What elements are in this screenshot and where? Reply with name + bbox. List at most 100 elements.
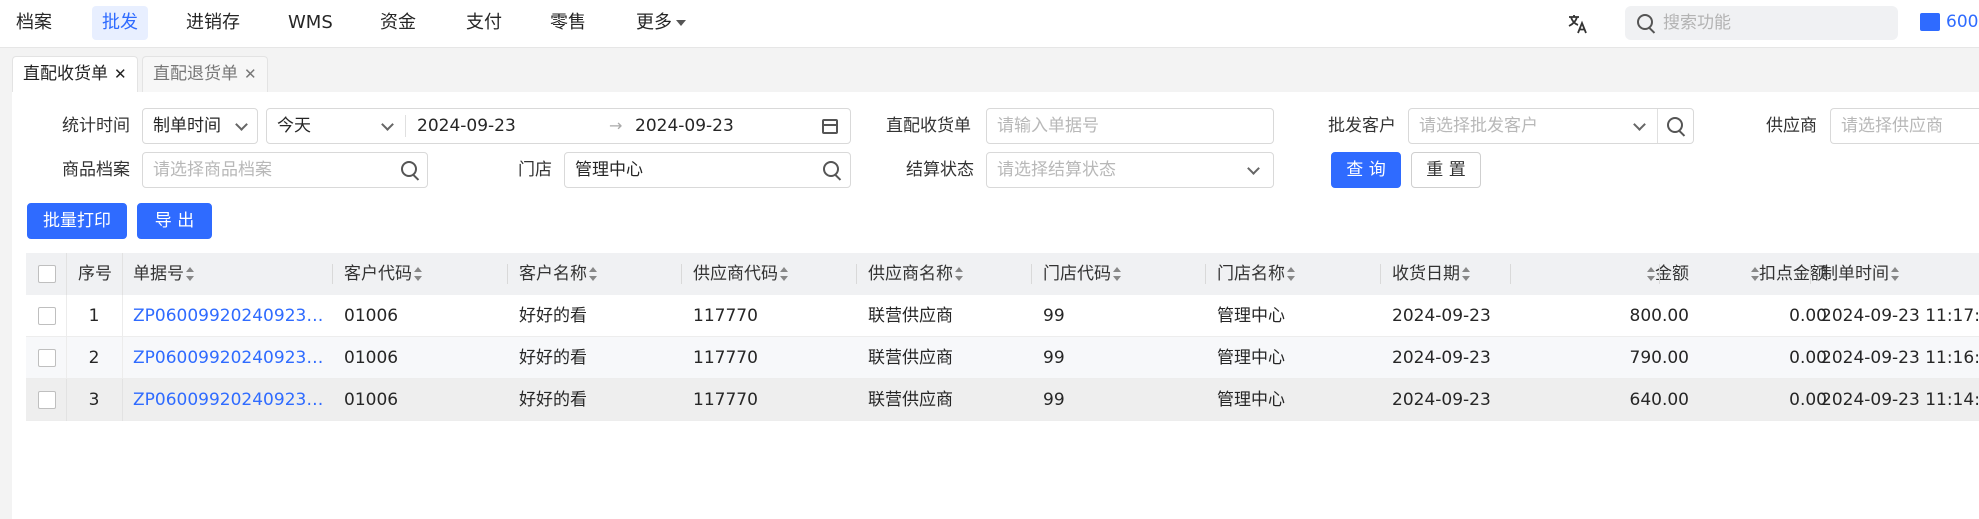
nav-item-wholesale[interactable]: 批发: [92, 6, 148, 40]
nav-item-payment[interactable]: 支付: [456, 6, 512, 40]
function-search[interactable]: [1625, 6, 1898, 40]
table-row[interactable]: 1 ZP060099202409230… 01006 好好的看 117770 联…: [26, 295, 1979, 337]
tab-direct-return[interactable]: 直配退货单 ✕: [142, 56, 268, 92]
sort-icon: [1647, 267, 1655, 281]
header-deduct-amount[interactable]: 扣点金额: [1723, 253, 1827, 295]
settle-status-select[interactable]: 请选择结算状态: [986, 152, 1274, 188]
row-checkbox[interactable]: [38, 349, 56, 367]
account-info[interactable]: 600: [1920, 12, 1978, 32]
cell-supplier-name: 联营供应商: [868, 348, 953, 368]
close-icon[interactable]: ✕: [114, 65, 127, 83]
header-customer-code[interactable]: 客户代码: [344, 253, 422, 295]
cell-store-code: 99: [1043, 390, 1065, 410]
goods-placeholder: 请选择商品档案: [153, 160, 272, 180]
cell-supplier-code: 117770: [693, 306, 758, 326]
sort-icon: [955, 267, 963, 281]
header-customer-name[interactable]: 客户名称: [519, 253, 597, 295]
cell-store-name: 管理中心: [1217, 306, 1285, 326]
chevron-down-icon: [1633, 118, 1646, 131]
row-checkbox[interactable]: [38, 307, 56, 325]
cell-deduct-amount: 0.00: [1789, 348, 1827, 368]
search-icon[interactable]: [1667, 117, 1683, 133]
cell-customer-name: 好好的看: [519, 306, 587, 326]
table-row[interactable]: 3 ZP060099202409230… 01006 好好的看 117770 联…: [26, 379, 1979, 421]
header-supplier-code[interactable]: 供应商代码: [693, 253, 788, 295]
date-start-input[interactable]: 2024-09-23: [417, 109, 516, 143]
divider: [681, 264, 682, 284]
goods-select[interactable]: 请选择商品档案: [142, 152, 428, 188]
supplier-select[interactable]: 请选择供应商: [1830, 108, 1979, 144]
stat-time-type-value: 制单时间: [153, 116, 221, 136]
divider: [856, 264, 857, 284]
nav-item-inventory[interactable]: 进销存: [176, 6, 250, 40]
sort-icon: [1113, 267, 1121, 281]
cell-order-no-link[interactable]: ZP060099202409230…: [133, 379, 325, 421]
arrow-right-icon: →: [609, 116, 623, 135]
header-store-code[interactable]: 门店代码: [1043, 253, 1121, 295]
stat-time-type-select[interactable]: 制单时间: [142, 108, 258, 144]
nav-item-retail[interactable]: 零售: [540, 6, 596, 40]
cell-seq: 1: [88, 306, 100, 326]
cell-customer-code: 01006: [344, 390, 399, 410]
divider: [1380, 264, 1381, 284]
cell-store-code: 99: [1043, 348, 1065, 368]
header-label: 供应商名称: [868, 264, 953, 284]
divider: [507, 264, 508, 284]
header-label: 客户名称: [519, 264, 587, 284]
cell-create-time: 2024-09-23 11:17:40: [1821, 306, 1979, 326]
search-icon[interactable]: [823, 161, 839, 177]
nav-item-funds[interactable]: 资金: [370, 6, 426, 40]
table-row[interactable]: 2 ZP060099202409230… 01006 好好的看 117770 联…: [26, 337, 1979, 379]
customer-select[interactable]: 请选择批发客户: [1408, 108, 1694, 144]
reset-button[interactable]: 重 置: [1411, 152, 1481, 188]
cell-order-no-link[interactable]: ZP060099202409230…: [133, 337, 325, 379]
tab-direct-receipt[interactable]: 直配收货单 ✕: [12, 56, 138, 92]
function-search-input[interactable]: [1663, 6, 1888, 40]
order-no-input[interactable]: 请输入单据号: [986, 108, 1274, 144]
tab-label: 直配退货单: [153, 64, 238, 84]
header-label: 单据号: [133, 264, 184, 284]
divider: [122, 337, 123, 379]
close-icon[interactable]: ✕: [244, 65, 257, 83]
batch-print-button[interactable]: 批量打印: [27, 203, 127, 239]
top-nav: 档案 批发 进销存 WMS 资金 支付 零售 更多 600: [0, 0, 1979, 48]
cell-create-time: 2024-09-23 11:16:42: [1821, 348, 1979, 368]
row-checkbox[interactable]: [38, 391, 56, 409]
supplier-placeholder: 请选择供应商: [1841, 116, 1943, 136]
goods-label: 商品档案: [62, 160, 130, 180]
divider: [332, 264, 333, 284]
store-select[interactable]: 管理中心: [564, 152, 851, 188]
search-icon[interactable]: [401, 161, 417, 177]
header-receive-date[interactable]: 收货日期: [1392, 253, 1470, 295]
calendar-icon[interactable]: [822, 119, 838, 134]
nav-item-archive[interactable]: 档案: [6, 6, 62, 40]
divider: [122, 295, 123, 337]
select-all-checkbox[interactable]: [38, 265, 56, 283]
order-no-label: 直配收货单: [886, 116, 971, 136]
stat-time-range-value[interactable]: 今天: [277, 109, 311, 143]
search-icon: [1637, 14, 1653, 30]
cell-order-no-link[interactable]: ZP060099202409230…: [133, 295, 325, 337]
divider: [405, 115, 406, 137]
export-button[interactable]: 导 出: [137, 203, 212, 239]
date-end-input[interactable]: 2024-09-23: [635, 109, 734, 143]
header-supplier-name[interactable]: 供应商名称: [868, 253, 963, 295]
header-amount[interactable]: 金额: [1604, 253, 1689, 295]
translate-icon[interactable]: [1566, 12, 1590, 36]
header-label: 客户代码: [344, 264, 412, 284]
divider: [1510, 264, 1511, 284]
header-create-time[interactable]: 制单时间: [1821, 253, 1899, 295]
customer-label: 批发客户: [1328, 116, 1396, 136]
header-order-no[interactable]: 单据号: [133, 253, 194, 295]
order-no-placeholder: 请输入单据号: [997, 116, 1099, 136]
cell-amount: 790.00: [1629, 348, 1689, 368]
divider: [122, 379, 123, 421]
store-label: 门店: [518, 160, 552, 180]
cell-customer-name: 好好的看: [519, 348, 587, 368]
cell-customer-code: 01006: [344, 306, 399, 326]
query-button[interactable]: 查 询: [1331, 152, 1401, 188]
nav-item-more[interactable]: 更多: [626, 6, 696, 40]
header-store-name[interactable]: 门店名称: [1217, 253, 1295, 295]
nav-item-wms[interactable]: WMS: [278, 6, 343, 40]
sort-icon: [1891, 267, 1899, 281]
